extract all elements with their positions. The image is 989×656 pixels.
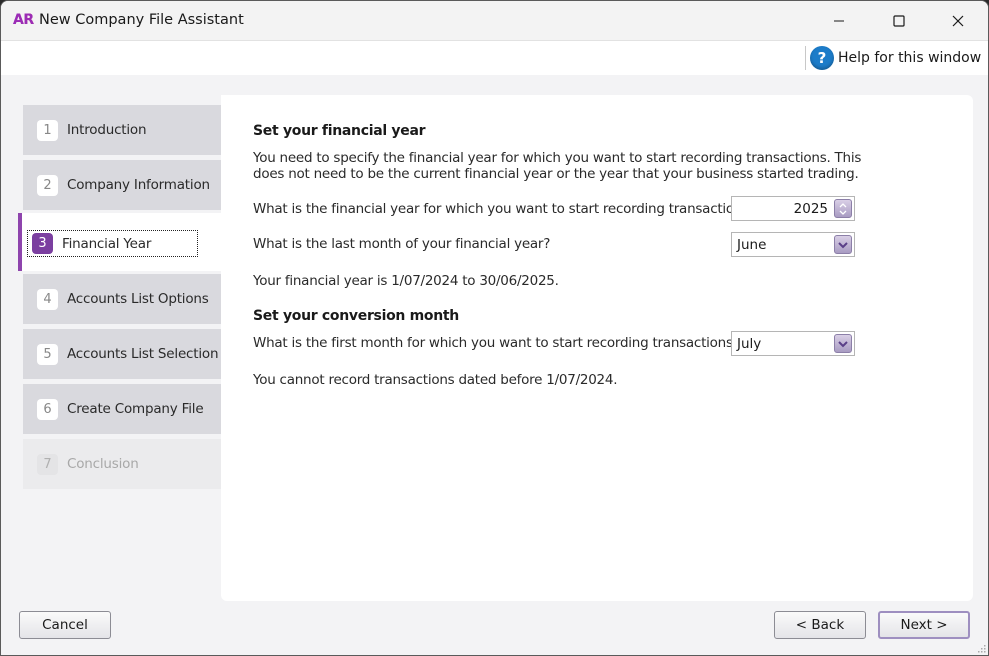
window-title: New Company File Assistant: [39, 12, 244, 28]
step-number: 5: [37, 343, 58, 365]
financial-year-spinner[interactable]: 2025: [731, 196, 855, 221]
step-accounts-list-options[interactable]: 4 Accounts List Options: [23, 274, 221, 324]
app-logo: AR: [13, 12, 34, 28]
minimize-button[interactable]: [817, 7, 861, 35]
last-month-value: June: [737, 237, 767, 253]
step-label: Create Company File: [67, 401, 204, 417]
step-number: 7: [37, 453, 58, 475]
step-label: Accounts List Selection: [67, 346, 219, 362]
maximize-button[interactable]: [877, 7, 921, 35]
next-button[interactable]: Next >: [878, 611, 970, 639]
help-button[interactable]: ? Help for this window: [810, 46, 981, 70]
step-label: Introduction: [67, 122, 147, 138]
financial-year-value: 2025: [793, 201, 828, 217]
step-number: 3: [32, 233, 53, 254]
help-icon: ?: [810, 46, 834, 70]
step-label: Company Information: [67, 177, 210, 193]
back-button[interactable]: < Back: [774, 611, 866, 639]
step-accounts-list-selection[interactable]: 5 Accounts List Selection: [23, 329, 221, 379]
minimize-icon: [834, 20, 844, 22]
content-panel: Set your financial year You need to spec…: [221, 95, 973, 601]
intro-text-line1: You need to specify the financial year f…: [253, 150, 862, 166]
resize-grip-icon[interactable]: [976, 643, 986, 653]
dropdown-button[interactable]: [834, 334, 852, 353]
conversion-month-heading: Set your conversion month: [253, 308, 459, 324]
chevron-down-icon: [838, 241, 848, 248]
close-icon: [952, 15, 964, 27]
close-button[interactable]: [936, 7, 980, 35]
intro-text-line2: does not need to be the current financia…: [253, 166, 859, 182]
step-label: Conclusion: [67, 456, 139, 472]
help-label: Help for this window: [838, 50, 982, 66]
step-conclusion: 7 Conclusion: [23, 439, 221, 489]
step-number: 1: [37, 119, 58, 141]
step-number: 6: [37, 398, 58, 420]
spinner-button[interactable]: [834, 199, 852, 218]
step-label: Financial Year: [62, 236, 152, 252]
step-introduction[interactable]: 1 Introduction: [23, 105, 221, 155]
step-create-company-file[interactable]: 6 Create Company File: [23, 384, 221, 434]
steps-sidebar: 1 Introduction 2 Company Information 3 F…: [18, 105, 221, 494]
conversion-month-dropdown[interactable]: July: [731, 331, 855, 356]
chevron-down-icon: [838, 340, 848, 347]
dropdown-button[interactable]: [834, 235, 852, 254]
year-question: What is the financial year for which you…: [253, 201, 756, 217]
conversion-note: You cannot record transactions dated bef…: [253, 372, 618, 388]
step-company-information[interactable]: 2 Company Information: [23, 160, 221, 210]
title-bar: AR New Company File Assistant: [1, 1, 988, 41]
last-month-dropdown[interactable]: June: [731, 232, 855, 257]
last-month-question: What is the last month of your financial…: [253, 236, 551, 252]
step-label: Accounts List Options: [67, 291, 209, 307]
financial-year-summary: Your financial year is 1/07/2024 to 30/0…: [253, 273, 559, 289]
conversion-month-value: July: [737, 336, 762, 352]
cancel-button[interactable]: Cancel: [19, 611, 111, 639]
help-bar: ? Help for this window: [1, 41, 988, 75]
financial-year-heading: Set your financial year: [253, 123, 426, 139]
maximize-icon: [893, 15, 905, 27]
step-number: 4: [37, 288, 58, 310]
help-separator: [805, 46, 806, 70]
up-down-arrows-icon: [839, 202, 847, 215]
conversion-month-question: What is the first month for which you wa…: [253, 335, 740, 351]
assistant-window: AR New Company File Assistant ? Help for…: [0, 0, 989, 656]
step-financial-year[interactable]: 3 Financial Year: [18, 213, 221, 271]
step-number: 2: [37, 174, 58, 196]
